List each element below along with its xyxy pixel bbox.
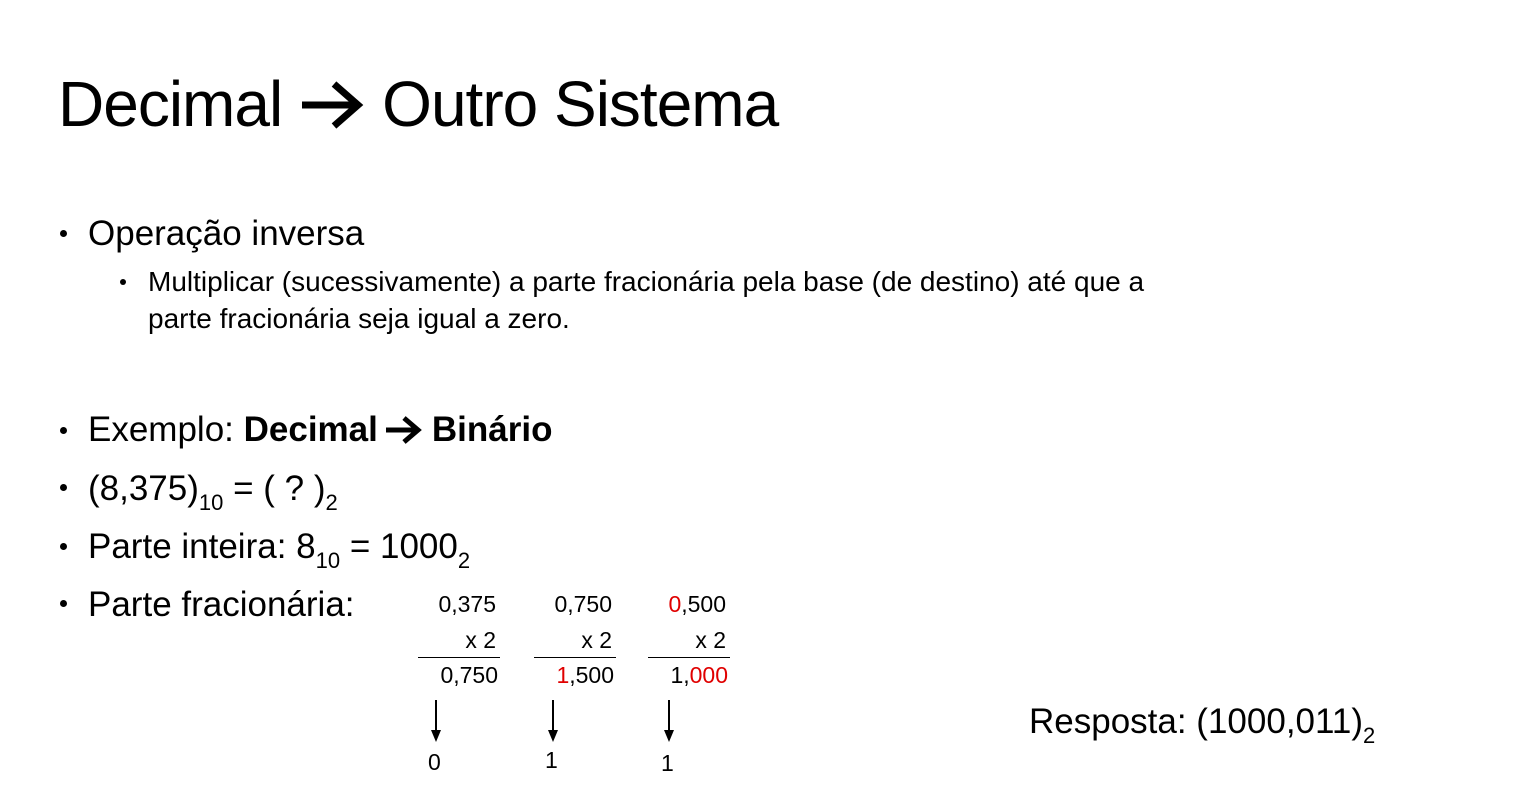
sub-bullet-line-1: Multiplicar (sucessivamente) a parte fra… xyxy=(148,266,1145,297)
step-1-rule xyxy=(418,657,500,658)
step-2-multiplicand: 0,750 xyxy=(554,591,612,617)
bullet-dot xyxy=(60,427,67,434)
sub-bullet-line-2: parte fracionária seja igual a zero. xyxy=(148,303,570,334)
bullet-example: Exemplo: Decimal Binário xyxy=(88,409,552,451)
step-1-multiplicand: 0,375 xyxy=(438,591,496,617)
page-title: Decimal Outro Sistema xyxy=(58,64,779,144)
step-3-multiplier: x 2 xyxy=(695,627,726,653)
bullet-integer-part: Parte inteira: 810 = 10002 xyxy=(88,526,470,572)
step-2-bit: 1 xyxy=(545,747,558,773)
eq-base-2: 2 xyxy=(325,490,338,515)
step-3-result: 1,000 xyxy=(670,662,728,688)
arrow-down-icon xyxy=(664,700,674,742)
eq-base-10: 10 xyxy=(198,490,224,515)
sub-bullet-dot xyxy=(120,279,126,285)
arrow-right-icon xyxy=(302,81,364,129)
int-prefix: Parte inteira: 8 xyxy=(88,527,316,566)
example-from: Decimal xyxy=(243,410,378,449)
title-left: Decimal xyxy=(58,68,283,140)
step-2-multiplier: x 2 xyxy=(581,627,612,653)
step-3-rule xyxy=(648,657,730,658)
step-1-bit: 0 xyxy=(428,749,441,775)
arrow-down-icon xyxy=(548,700,558,742)
eq-mid: = ( ? ) xyxy=(223,469,326,508)
arrow-down-icon xyxy=(431,700,441,742)
step-1-multiplier: x 2 xyxy=(465,627,496,653)
eq-open: (8,375) xyxy=(88,469,199,508)
example-to: Binário xyxy=(431,410,553,449)
answer: Resposta: (1000,011)2 xyxy=(1029,701,1375,747)
int-mid: = 1000 xyxy=(340,527,458,566)
arrow-right-icon xyxy=(385,416,422,444)
answer-base-2: 2 xyxy=(1363,723,1376,748)
step-3-multiplicand: 0,500 xyxy=(668,591,726,617)
step-2-result: 1,500 xyxy=(556,662,614,688)
bullet-dot xyxy=(60,543,67,550)
bullet-dot xyxy=(60,484,67,491)
bullet-dot xyxy=(60,600,67,607)
answer-label: Resposta: (1000,011) xyxy=(1029,702,1364,741)
step-2-rule xyxy=(534,657,616,658)
bullet-equation: (8,375)10 = ( ? )2 xyxy=(88,468,338,514)
example-prefix: Exemplo: xyxy=(88,410,244,449)
bullet-fraction-label: Parte fracionária: xyxy=(88,585,355,624)
int-base-10: 10 xyxy=(315,548,341,573)
int-base-2: 2 xyxy=(457,548,471,573)
bullet-operation: Operação inversa xyxy=(88,214,365,253)
step-1-result: 0,750 xyxy=(440,662,498,688)
title-right: Outro Sistema xyxy=(382,68,779,140)
bullet-dot xyxy=(60,230,67,237)
step-3-bit: 1 xyxy=(661,750,674,776)
